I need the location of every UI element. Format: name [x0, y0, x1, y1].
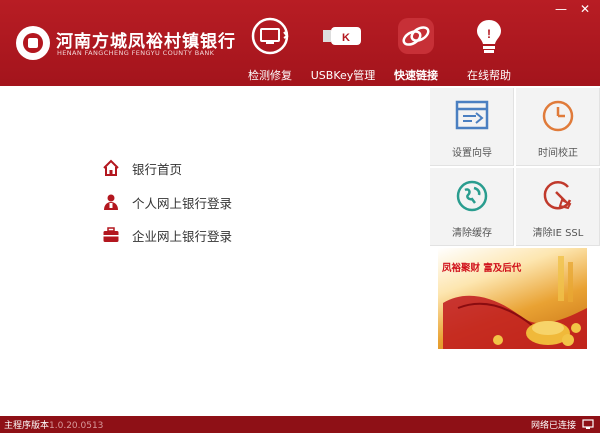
nav-label: 快速链接 [394, 69, 438, 82]
close-button[interactable]: ✕ [578, 2, 592, 16]
nav-label: 在线帮助 [467, 69, 511, 82]
link-label: 个人网上银行登录 [132, 195, 233, 211]
link-corporate-banking[interactable]: 企业网上银行登录 [102, 225, 232, 245]
tile-time-correct[interactable]: 时间校正 [516, 88, 600, 166]
usbkey-icon: K [323, 27, 361, 45]
tile-label: 设置向导 [452, 148, 492, 159]
promo-banner[interactable]: 凤裕聚财 富及后代 [438, 248, 587, 349]
tile-label: 清除缓存 [452, 228, 492, 239]
version-label: 主程序版本 [4, 421, 50, 431]
quick-link-icon [398, 18, 434, 54]
nav-label: 检测修复 [248, 69, 292, 82]
link-label: 企业网上银行登录 [132, 228, 233, 244]
version-number: 1.0.20.0513 [49, 421, 104, 431]
briefcase-icon [103, 227, 119, 242]
link-personal-banking[interactable]: 个人网上银行登录 [102, 192, 232, 212]
tile-label: 清除IE SSL [532, 228, 584, 239]
tile-label: 时间校正 [538, 148, 578, 159]
svg-text:!: ! [487, 27, 491, 41]
network-status: 网络已连接 [530, 421, 576, 431]
clock-icon [542, 100, 574, 132]
tile-setup-wizard[interactable]: 设置向导 [430, 88, 514, 166]
network-icon [582, 419, 594, 429]
tile-clear-ssl[interactable]: 清除IE SSL [516, 168, 600, 246]
setup-wizard-icon [455, 100, 489, 130]
bank-logo-icon [16, 26, 50, 60]
svg-text:K: K [342, 32, 350, 44]
nav-online-help[interactable]: ! 在线帮助 [451, 14, 527, 84]
quick-tools-panel: 设置向导 时间校正 清除缓存 清除IE SSL [430, 88, 600, 248]
person-icon [104, 194, 118, 210]
monitor-repair-icon [251, 17, 289, 55]
nav-quick-links[interactable]: 快速链接 [378, 14, 454, 84]
bank-name-english: HENAN FANGCHENG FENGYU COUNTY BANK [57, 49, 215, 57]
header-bar: 河南方城凤裕村镇银行 HENAN FANGCHENG FENGYU COUNTY… [0, 0, 600, 86]
promo-slogan: 凤裕聚财 富及后代 [442, 263, 522, 274]
minimize-button[interactable]: — [554, 2, 568, 16]
clear-cache-icon [456, 180, 488, 212]
clear-ssl-icon [543, 180, 572, 210]
link-bank-homepage[interactable]: 银行首页 [102, 158, 182, 178]
version-info: 主程序版本1.0.20.0513 [4, 418, 103, 431]
nav-label: USBKey管理 [310, 69, 376, 82]
link-label: 银行首页 [132, 161, 183, 177]
lightbulb-icon: ! [477, 20, 501, 53]
status-bar: 主程序版本1.0.20.0513 网络已连接 [0, 416, 600, 433]
nav-usbkey[interactable]: K USBKey管理 [305, 14, 381, 84]
window-controls: — ✕ [554, 2, 592, 16]
home-icon [103, 159, 119, 176]
nav-check-repair[interactable]: 检测修复 [232, 14, 308, 84]
tile-clear-cache[interactable]: 清除缓存 [430, 168, 514, 246]
